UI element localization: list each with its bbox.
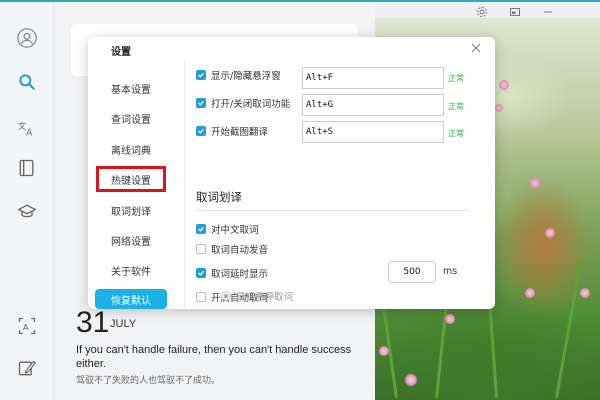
graduation-cap-icon[interactable] <box>13 198 41 226</box>
hotkey-row[interactable]: 打开/关闭取词功能 <box>196 93 290 113</box>
photo-decoration <box>499 80 509 90</box>
photo-decoration <box>545 228 555 238</box>
photo-decoration <box>405 374 417 386</box>
option-label: 对中文取词 <box>211 225 259 236</box>
quote-chinese: 驾驭不了失败的人也驾驭不了成功。 <box>76 376 221 386</box>
avatar-icon[interactable] <box>13 24 41 52</box>
dialog-title: 设置 <box>111 47 131 58</box>
photo-decoration <box>495 104 503 112</box>
translate-icon[interactable]: 文A <box>13 114 41 142</box>
mini-mode-icon[interactable] <box>507 4 523 20</box>
option-label: 取词延时显示 <box>211 269 269 280</box>
restore-defaults-button[interactable]: 恢复默认 <box>95 289 167 309</box>
screenshot-translate-icon[interactable]: A <box>13 312 41 340</box>
photo-decoration <box>445 314 455 324</box>
checkbox-checked-icon[interactable] <box>196 224 206 234</box>
delay-unit: ms <box>443 266 458 277</box>
option-label: 取词自动发音 <box>211 245 269 256</box>
photo-decoration <box>530 178 540 188</box>
minimize-icon[interactable] <box>540 4 556 20</box>
svg-text:A: A <box>23 322 29 332</box>
nav-basic-settings[interactable]: 基本设置 <box>94 77 168 99</box>
settings-dialog: 设置 基本设置 查词设置 离线词典 热键设置 取词划译 网络设置 关于软件 恢复… <box>88 37 495 309</box>
hotkey-label: 显示/隐藏悬浮窗 <box>211 71 281 82</box>
hotkey-input[interactable]: Alt+F <box>302 67 444 89</box>
quote-english: If you can't handle failure, then you ca… <box>76 344 352 370</box>
checkbox-checked-icon[interactable] <box>196 268 206 278</box>
gear-icon[interactable] <box>474 4 490 20</box>
date-day: 31 <box>76 306 110 339</box>
hotkey-label: 开始截图翻译 <box>211 127 269 138</box>
app-sidebar: 文A A <box>0 2 54 400</box>
nav-offline-dictionary[interactable]: 离线词典 <box>94 138 168 160</box>
pen-edit-icon[interactable] <box>13 354 41 382</box>
settings-content: 显示/隐藏悬浮窗 Alt+F 正常 打开/关闭取词功能 Alt+G 正常 开始截… <box>188 61 488 309</box>
search-icon[interactable] <box>13 68 41 96</box>
option-row[interactable]: 对中文取词 <box>196 219 259 239</box>
radio-icon[interactable] <box>221 291 231 301</box>
hotkey-row[interactable]: 显示/隐藏悬浮窗 <box>196 65 281 85</box>
option-row[interactable]: 取词自动发音 <box>196 239 268 259</box>
checkbox-checked-icon[interactable] <box>196 70 206 80</box>
nav-hotkey-settings[interactable]: 热键设置 <box>96 166 166 192</box>
svg-text:A: A <box>26 128 33 139</box>
hotkey-label: 打开/关闭取词功能 <box>211 99 291 110</box>
hotkey-input[interactable]: Alt+S <box>302 121 444 143</box>
section-divider <box>196 210 468 211</box>
radio-row[interactable]: 鼠标悬停取词 <box>221 289 293 303</box>
hotkey-input[interactable]: Alt+G <box>302 94 444 116</box>
photo-decoration <box>379 346 389 356</box>
nav-about[interactable]: 关于软件 <box>94 259 168 281</box>
checkbox-unchecked-icon[interactable] <box>196 292 206 302</box>
hotkey-status: 正常 <box>448 129 464 138</box>
checkbox-checked-icon[interactable] <box>196 98 206 108</box>
photo-decoration <box>555 259 583 399</box>
nav-network-settings[interactable]: 网络设置 <box>94 229 168 251</box>
delay-input[interactable]: 500 <box>388 261 436 283</box>
hotkey-row[interactable]: 开始截图翻译 <box>196 121 268 141</box>
nav-lookup-settings[interactable]: 查词设置 <box>94 107 168 129</box>
hotkey-status: 正常 <box>448 74 464 83</box>
radio-label: 鼠标悬停取词 <box>236 292 294 303</box>
nav-word-capture[interactable]: 取词划译 <box>94 199 168 221</box>
close-icon[interactable] <box>469 41 483 55</box>
section-title: 取词划译 <box>196 190 242 204</box>
option-row[interactable]: 取词延时显示 <box>196 263 268 283</box>
checkbox-unchecked-icon[interactable] <box>196 244 206 254</box>
book-icon[interactable] <box>13 154 41 182</box>
date-month: JULY <box>110 318 137 330</box>
photo-decoration <box>525 288 535 298</box>
checkbox-checked-icon[interactable] <box>196 126 206 136</box>
hotkey-status: 正常 <box>448 102 464 111</box>
photo-decoration <box>580 288 590 298</box>
dialog-divider <box>184 61 185 309</box>
